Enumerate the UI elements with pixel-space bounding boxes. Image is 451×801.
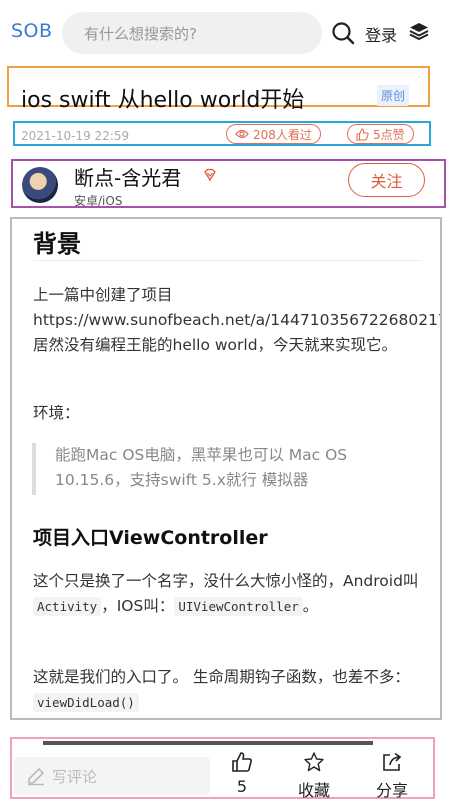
bottom-action-bar: 写评论 5 收藏 分享 (10, 737, 435, 801)
paragraph-viewcontroller: 这个只是换了一个名字，没什么大惊小怪的，Android叫 Activity ，IOS… (33, 569, 423, 619)
favorite-button[interactable]: 收藏 (289, 751, 339, 801)
pencil-icon (28, 767, 45, 786)
follow-button[interactable]: 关注 (348, 163, 425, 197)
eye-icon (235, 129, 249, 139)
views-count: 208人看过 (253, 127, 312, 142)
likes-badge[interactable]: 5点赞 (347, 124, 414, 144)
content-image-peek (43, 741, 373, 745)
article-title: ios swift 从hello world开始 (21, 88, 305, 113)
section-heading-viewcontroller: 项目入口ViewController (33, 527, 268, 549)
paragraph-entry: 这就是我们的入口了。 生命周期钩子函数，也差不多： viewDidLoad() (33, 665, 423, 715)
search-input[interactable]: 有什么想搜索的? (62, 12, 322, 54)
heading-divider (33, 260, 422, 261)
likes-count: 5点赞 (373, 127, 405, 142)
thumb-up-icon (356, 127, 369, 141)
author-category: 安卓/iOS (74, 194, 123, 208)
code-uiviewcontroller: UIViewController (174, 597, 303, 616)
code-viewdidload: viewDidLoad() (33, 693, 139, 712)
publish-date: 2021-10-19 22:59 (21, 129, 130, 143)
share-label: 分享 (375, 781, 408, 800)
layers-icon[interactable] (408, 20, 430, 42)
thumb-up-icon (232, 752, 252, 772)
env-blockquote: 能跑Mac OS电脑，黑苹果也可以 Mac OS 10.15.6，支持swift… (32, 443, 422, 495)
comment-placeholder: 写评论 (52, 767, 98, 786)
like-count: 5 (236, 777, 248, 796)
share-button[interactable]: 分享 (367, 751, 417, 801)
original-tag: 原创 (377, 85, 410, 106)
author-name[interactable]: 断点-含光君 (74, 162, 181, 191)
text-span: 这就是我们的入口了。 生命周期钩子函数，也差不多： (33, 668, 410, 686)
top-header: SOB 有什么想搜索的? 登录 (0, 0, 451, 64)
star-icon (304, 752, 324, 772)
article-meta: 2021-10-19 22:59 208人看过 5点赞 (13, 121, 431, 146)
paragraph-env: 环境： (33, 404, 80, 422)
views-badge: 208人看过 (226, 124, 321, 144)
share-icon (383, 752, 402, 771)
vip-icon (203, 167, 217, 182)
favorite-label: 收藏 (297, 781, 330, 800)
article-content: 背景 上一篇中创建了项目 https://www.sunofbeach.net/… (10, 217, 442, 720)
section-heading-background: 背景 (33, 230, 81, 258)
login-button[interactable]: 登录 (365, 22, 397, 46)
author-section: 断点-含光君 安卓/iOS 关注 (11, 159, 446, 208)
text-span: ，IOS叫： (101, 597, 175, 615)
comment-input[interactable]: 写评论 (14, 757, 210, 795)
code-activity: Activity (33, 597, 102, 616)
search-placeholder: 有什么想搜索的? (84, 25, 197, 43)
article-title-section: ios swift 从hello world开始 原创 (7, 66, 430, 113)
avatar[interactable] (22, 167, 58, 203)
text-span: 这个只是换了一个名字，没什么大惊小怪的，Android叫 (33, 572, 419, 590)
search-icon[interactable] (331, 21, 355, 45)
text-span: 。 (302, 597, 319, 615)
like-button[interactable]: 5 (217, 751, 267, 796)
site-logo[interactable]: SOB (11, 20, 53, 42)
paragraph-intro: 上一篇中创建了项目 https://www.sunofbeach.net/a/1… (33, 286, 442, 354)
